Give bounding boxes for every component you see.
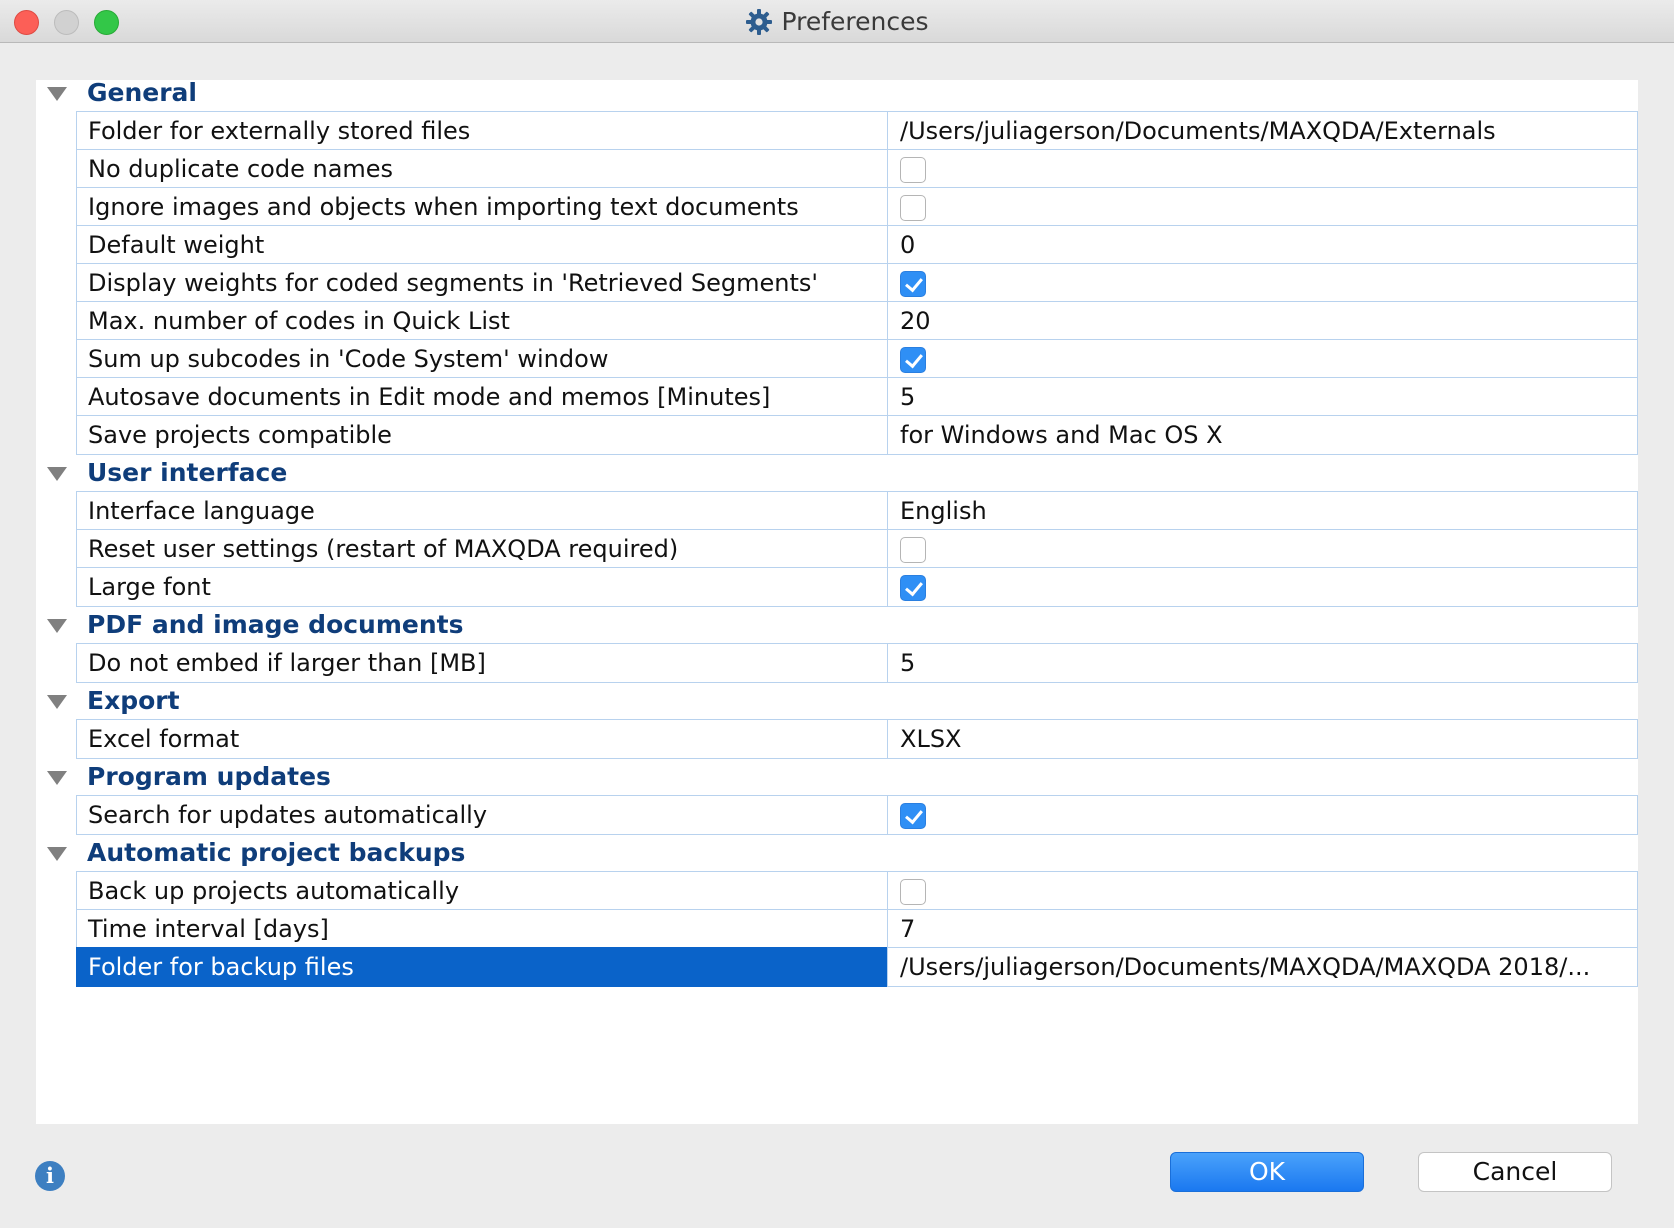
property-row-no-duplicate-code-names[interactable]: No duplicate code names — [36, 149, 1638, 189]
property-name[interactable]: Save projects compatible — [76, 415, 888, 455]
property-name[interactable]: Interface language — [76, 491, 888, 531]
category-general[interactable]: General — [36, 73, 1638, 113]
disclosure-triangle-icon[interactable] — [47, 619, 67, 633]
property-name[interactable]: No duplicate code names — [76, 149, 888, 189]
cancel-button[interactable]: Cancel — [1418, 1152, 1612, 1192]
category-program-updates[interactable]: Program updates — [36, 757, 1638, 797]
checkbox[interactable] — [900, 803, 926, 829]
property-name[interactable]: Back up projects automatically — [76, 871, 888, 911]
property-row-save-projects-compatible[interactable]: Save projects compatible for Windows and … — [36, 415, 1638, 455]
property-row-large-font[interactable]: Large font — [36, 567, 1638, 607]
checkbox[interactable] — [900, 271, 926, 297]
property-row-back-up-projects-automatically[interactable]: Back up projects automatically — [36, 871, 1638, 911]
property-row-folder-for-externally-stored-files[interactable]: Folder for externally stored files/Users… — [36, 111, 1638, 151]
category-label: Automatic project backups — [87, 838, 466, 867]
disclosure-triangle-icon[interactable] — [47, 771, 67, 785]
ok-button[interactable]: OK — [1170, 1152, 1364, 1192]
gear-icon — [745, 8, 773, 36]
window-title: Preferences — [781, 7, 929, 36]
property-name[interactable]: Autosave documents in Edit mode and memo… — [76, 377, 888, 417]
property-value-cell[interactable] — [887, 187, 1638, 227]
checkbox[interactable] — [900, 879, 926, 905]
info-icon[interactable]: i — [35, 1161, 65, 1191]
category-label: General — [87, 78, 197, 107]
property-name[interactable]: Large font — [76, 567, 888, 607]
disclosure-triangle-icon[interactable] — [47, 695, 67, 709]
category-label: User interface — [87, 458, 288, 487]
disclosure-triangle-icon[interactable] — [47, 467, 67, 481]
category-label: Program updates — [87, 762, 331, 791]
property-row-do-not-embed-if-larger-than-mb[interactable]: Do not embed if larger than [MB] 5 — [36, 643, 1638, 683]
property-row-folder-for-backup-files[interactable]: Folder for backup files/Users/juliagerso… — [36, 947, 1638, 987]
preferences-window: Preferences General Folder for externally… — [0, 0, 1674, 1228]
property-name[interactable]: Folder for externally stored files — [76, 111, 888, 151]
property-value[interactable]: /Users/juliagerson/Documents/MAXQDA/Exte… — [887, 111, 1638, 151]
property-row-reset-user-settings-restart-of-maxqda-required[interactable]: Reset user settings (restart of MAXQDA r… — [36, 529, 1638, 569]
preferences-property-grid[interactable]: General Folder for externally stored file… — [36, 78, 1638, 1124]
category-pdf-and-image-documents[interactable]: PDF and image documents — [36, 605, 1638, 645]
checkbox[interactable] — [900, 575, 926, 601]
property-value[interactable]: English — [887, 491, 1638, 531]
checkbox[interactable] — [900, 157, 926, 183]
property-row-interface-language[interactable]: Interface language English — [36, 491, 1638, 531]
category-user-interface[interactable]: User interface — [36, 453, 1638, 493]
category-automatic-project-backups[interactable]: Automatic project backups — [36, 833, 1638, 873]
property-row-default-weight[interactable]: Default weight 0 — [36, 225, 1638, 265]
property-row-display-weights-for-coded-segments-in-retrieved-segments[interactable]: Display weights for coded segments in 'R… — [36, 263, 1638, 303]
property-name[interactable]: Max. number of codes in Quick List — [76, 301, 888, 341]
category-label: Export — [87, 686, 180, 715]
property-value-cell[interactable] — [887, 871, 1638, 911]
property-value-cell[interactable] — [887, 149, 1638, 189]
property-row-autosave-documents-in-edit-mode-and-memos-minutes[interactable]: Autosave documents in Edit mode and memo… — [36, 377, 1638, 417]
property-value-cell[interactable] — [887, 529, 1638, 569]
checkbox[interactable] — [900, 347, 926, 373]
property-value[interactable]: 5 — [887, 377, 1638, 417]
property-name[interactable]: Display weights for coded segments in 'R… — [76, 263, 888, 303]
property-name[interactable]: Reset user settings (restart of MAXQDA r… — [76, 529, 888, 569]
property-value[interactable]: 5 — [887, 643, 1638, 683]
property-name[interactable]: Do not embed if larger than [MB] — [76, 643, 888, 683]
property-row-search-for-updates-automatically[interactable]: Search for updates automatically — [36, 795, 1638, 835]
property-value[interactable]: 7 — [887, 909, 1638, 949]
property-value[interactable]: XLSX — [887, 719, 1638, 759]
property-name[interactable]: Time interval [days] — [76, 909, 888, 949]
property-value[interactable]: /Users/juliagerson/Documents/MAXQDA/MAXQ… — [887, 947, 1638, 987]
property-name[interactable]: Ignore images and objects when importing… — [76, 187, 888, 227]
property-value-cell[interactable] — [887, 567, 1638, 607]
property-row-time-interval-days[interactable]: Time interval [days] 7 — [36, 909, 1638, 949]
window-title-group: Preferences — [0, 0, 1674, 43]
property-value-cell[interactable] — [887, 339, 1638, 379]
property-value[interactable]: 20 — [887, 301, 1638, 341]
property-row-ignore-images-and-objects-when-importing-text-documents[interactable]: Ignore images and objects when importing… — [36, 187, 1638, 227]
property-row-excel-format[interactable]: Excel format XLSX — [36, 719, 1638, 759]
checkbox[interactable] — [900, 537, 926, 563]
property-value-cell[interactable] — [887, 795, 1638, 835]
disclosure-triangle-icon[interactable] — [47, 847, 67, 861]
property-name[interactable]: Default weight — [76, 225, 888, 265]
category-label: PDF and image documents — [87, 610, 464, 639]
property-value[interactable]: 0 — [887, 225, 1638, 265]
property-row-sum-up-subcodes-in-code-system-window[interactable]: Sum up subcodes in 'Code System' window — [36, 339, 1638, 379]
property-value-cell[interactable] — [887, 263, 1638, 303]
checkbox[interactable] — [900, 195, 926, 221]
property-row-max-number-of-codes-in-quick-list[interactable]: Max. number of codes in Quick List 20 — [36, 301, 1638, 341]
property-name[interactable]: Excel format — [76, 719, 888, 759]
property-name[interactable]: Sum up subcodes in 'Code System' window — [76, 339, 888, 379]
category-export[interactable]: Export — [36, 681, 1638, 721]
property-value[interactable]: for Windows and Mac OS X — [887, 415, 1638, 455]
property-name[interactable]: Search for updates automatically — [76, 795, 888, 835]
property-name[interactable]: Folder for backup files — [76, 947, 888, 987]
disclosure-triangle-icon[interactable] — [47, 87, 67, 101]
title-bar[interactable]: Preferences — [0, 0, 1674, 43]
